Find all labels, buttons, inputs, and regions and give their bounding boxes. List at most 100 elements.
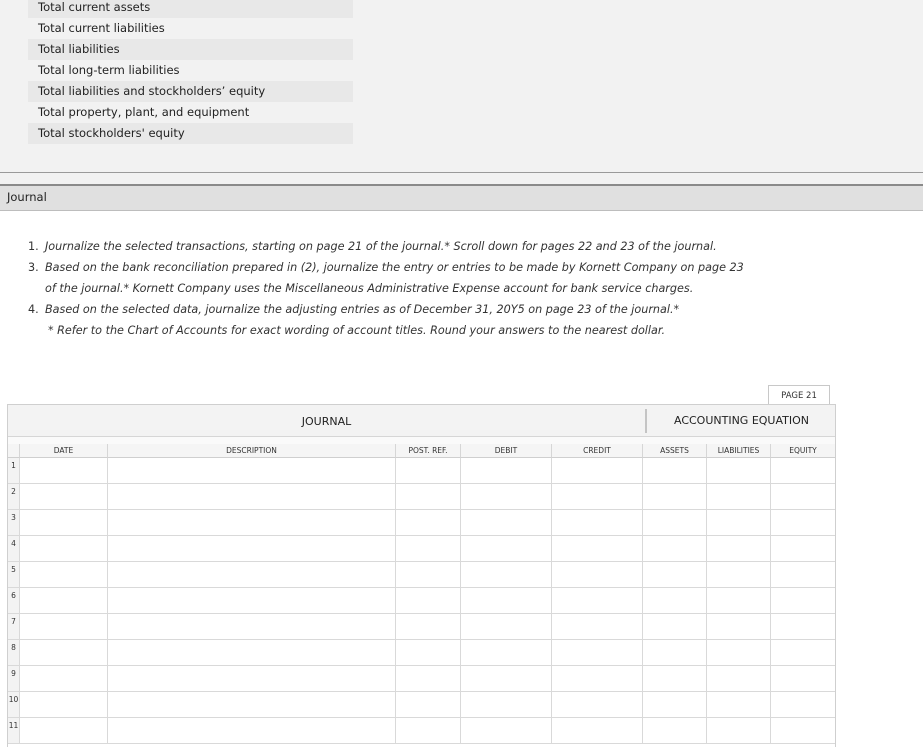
equity-cell[interactable] [771, 666, 835, 691]
date-cell[interactable] [20, 692, 108, 717]
liabilities-cell[interactable] [707, 640, 771, 665]
liabilities-cell[interactable] [707, 484, 771, 509]
debit-cell[interactable] [461, 458, 552, 483]
assets-cell[interactable] [643, 588, 707, 613]
debit-cell[interactable] [461, 666, 552, 691]
credit-cell[interactable] [552, 588, 643, 613]
account-title-item[interactable]: Total current assets [28, 0, 353, 18]
account-title-item[interactable]: Total liabilities and stockholders’ equi… [28, 81, 353, 102]
credit-cell[interactable] [552, 510, 643, 535]
col-head-liabilities: LIABILITIES [707, 444, 771, 458]
assets-cell[interactable] [643, 718, 707, 743]
description-cell[interactable] [108, 484, 396, 509]
debit-cell[interactable] [461, 536, 552, 561]
post-ref-cell[interactable] [396, 718, 461, 743]
debit-cell[interactable] [461, 614, 552, 639]
liabilities-cell[interactable] [707, 536, 771, 561]
liabilities-cell[interactable] [707, 718, 771, 743]
credit-cell[interactable] [552, 484, 643, 509]
liabilities-cell[interactable] [707, 692, 771, 717]
post-ref-cell[interactable] [396, 484, 461, 509]
post-ref-cell[interactable] [396, 562, 461, 587]
post-ref-cell[interactable] [396, 640, 461, 665]
col-head-description: DESCRIPTION [108, 444, 396, 458]
post-ref-cell[interactable] [396, 458, 461, 483]
description-cell[interactable] [108, 692, 396, 717]
equity-cell[interactable] [771, 510, 835, 535]
post-ref-cell[interactable] [396, 614, 461, 639]
assets-cell[interactable] [643, 666, 707, 691]
account-title-item[interactable]: Total long-term liabilities [28, 60, 353, 81]
equity-cell[interactable] [771, 562, 835, 587]
account-title-item[interactable]: Total current liabilities [28, 18, 353, 39]
account-title-item[interactable]: Total liabilities [28, 39, 353, 60]
row-number: 10 [8, 692, 20, 717]
post-ref-cell[interactable] [396, 510, 461, 535]
post-ref-cell[interactable] [396, 692, 461, 717]
debit-cell[interactable] [461, 718, 552, 743]
assets-cell[interactable] [643, 562, 707, 587]
post-ref-cell[interactable] [396, 536, 461, 561]
date-cell[interactable] [20, 588, 108, 613]
credit-cell[interactable] [552, 458, 643, 483]
account-title-item[interactable]: Total property, plant, and equipment [28, 102, 353, 123]
row-number: 8 [8, 640, 20, 665]
credit-cell[interactable] [552, 536, 643, 561]
credit-cell[interactable] [552, 640, 643, 665]
credit-cell[interactable] [552, 718, 643, 743]
debit-cell[interactable] [461, 588, 552, 613]
liabilities-cell[interactable] [707, 666, 771, 691]
assets-cell[interactable] [643, 458, 707, 483]
credit-cell[interactable] [552, 614, 643, 639]
description-cell[interactable] [108, 536, 396, 561]
liabilities-cell[interactable] [707, 588, 771, 613]
description-cell[interactable] [108, 562, 396, 587]
debit-cell[interactable] [461, 692, 552, 717]
liabilities-cell[interactable] [707, 458, 771, 483]
description-cell[interactable] [108, 640, 396, 665]
account-title-item[interactable]: Total stockholders' equity [28, 123, 353, 144]
debit-cell[interactable] [461, 640, 552, 665]
equity-cell[interactable] [771, 640, 835, 665]
debit-cell[interactable] [461, 562, 552, 587]
date-cell[interactable] [20, 458, 108, 483]
credit-cell[interactable] [552, 666, 643, 691]
post-ref-cell[interactable] [396, 588, 461, 613]
date-cell[interactable] [20, 536, 108, 561]
assets-cell[interactable] [643, 692, 707, 717]
description-cell[interactable] [108, 458, 396, 483]
liabilities-cell[interactable] [707, 510, 771, 535]
description-cell[interactable] [108, 718, 396, 743]
assets-cell[interactable] [643, 536, 707, 561]
equity-cell[interactable] [771, 614, 835, 639]
description-cell[interactable] [108, 510, 396, 535]
date-cell[interactable] [20, 666, 108, 691]
date-cell[interactable] [20, 640, 108, 665]
date-cell[interactable] [20, 484, 108, 509]
equity-cell[interactable] [771, 536, 835, 561]
assets-cell[interactable] [643, 640, 707, 665]
page-tab[interactable]: PAGE 21 [768, 385, 830, 405]
liabilities-cell[interactable] [707, 614, 771, 639]
debit-cell[interactable] [461, 484, 552, 509]
assets-cell[interactable] [643, 484, 707, 509]
credit-cell[interactable] [552, 692, 643, 717]
description-cell[interactable] [108, 614, 396, 639]
date-cell[interactable] [20, 614, 108, 639]
description-cell[interactable] [108, 666, 396, 691]
date-cell[interactable] [20, 562, 108, 587]
equity-cell[interactable] [771, 484, 835, 509]
liabilities-cell[interactable] [707, 562, 771, 587]
date-cell[interactable] [20, 718, 108, 743]
equity-cell[interactable] [771, 588, 835, 613]
equity-cell[interactable] [771, 458, 835, 483]
equity-cell[interactable] [771, 718, 835, 743]
description-cell[interactable] [108, 588, 396, 613]
date-cell[interactable] [20, 510, 108, 535]
equity-cell[interactable] [771, 692, 835, 717]
debit-cell[interactable] [461, 510, 552, 535]
assets-cell[interactable] [643, 510, 707, 535]
credit-cell[interactable] [552, 562, 643, 587]
post-ref-cell[interactable] [396, 666, 461, 691]
assets-cell[interactable] [643, 614, 707, 639]
